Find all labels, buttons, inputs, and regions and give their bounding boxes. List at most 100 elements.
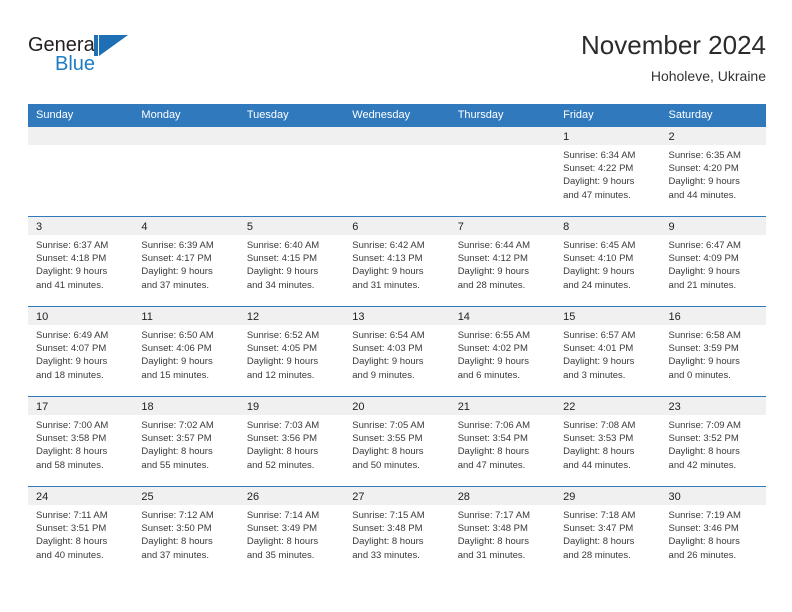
day-number: 2 [668, 131, 675, 143]
day-number: 20 [352, 401, 365, 413]
day-number: 7 [457, 221, 464, 233]
sunset-text: Sunset: 3:48 PM [352, 523, 423, 535]
day-cell[interactable]: 25 Sunrise: 7:12 AM Sunset: 3:50 PM Dayligh… [133, 487, 239, 576]
day-cell[interactable]: 20 Sunrise: 7:05 AM Sunset: 3:55 PM Dayligh… [344, 397, 450, 486]
day-cell[interactable]: 29 Sunrise: 7:18 AM Sunset: 3:47 PM Dayligh… [555, 487, 661, 576]
daylight-text-line2: and 24 minutes. [563, 279, 631, 291]
day-cell[interactable] [344, 127, 450, 216]
day-number: 1 [563, 131, 570, 143]
daylight-text-line2: and 44 minutes. [563, 459, 631, 471]
day-cell[interactable]: 14 Sunrise: 6:55 AM Sunset: 4:02 PM Dayligh… [449, 307, 556, 396]
daylight-text-line2: and 21 minutes. [668, 279, 737, 291]
sunrise-text: Sunrise: 7:18 AM [563, 510, 636, 521]
daylight-text-line1: Daylight: 9 hours [563, 176, 635, 188]
sunset-text: Sunset: 3:55 PM [352, 433, 423, 445]
day-cell[interactable] [238, 127, 345, 216]
daylight-text-line2: and 3 minutes. [563, 369, 626, 381]
daylight-text-line2: and 58 minutes. [36, 459, 104, 471]
sunset-text: Sunset: 4:06 PM [141, 343, 212, 355]
day-cell[interactable]: 5 Sunrise: 6:40 AM Sunset: 4:15 PM Daylight… [238, 217, 345, 306]
daylight-text-line1: Daylight: 9 hours [668, 356, 740, 368]
day-number: 13 [352, 311, 365, 323]
day-cell[interactable] [28, 127, 134, 216]
day-cell[interactable]: 28 Sunrise: 7:17 AM Sunset: 3:48 PM Dayligh… [449, 487, 556, 576]
daylight-text-line1: Daylight: 8 hours [352, 536, 424, 548]
day-cell[interactable]: 9 Sunrise: 6:47 AM Sunset: 4:09 PM Daylight… [660, 217, 766, 306]
daylight-text-line2: and 37 minutes. [141, 279, 210, 291]
daylight-text-line2: and 52 minutes. [246, 459, 315, 471]
day-cell[interactable]: 23 Sunrise: 7:09 AM Sunset: 3:52 PM Dayligh… [660, 397, 766, 486]
sunset-text: Sunset: 4:17 PM [141, 253, 212, 265]
daylight-text-line2: and 31 minutes. [457, 549, 526, 561]
triangle-logo-icon [94, 35, 128, 57]
day-cell[interactable]: 24 Sunrise: 7:11 AM Sunset: 3:51 PM Dayligh… [28, 487, 134, 576]
week-row: 24 Sunrise: 7:11 AM Sunset: 3:51 PM Dayligh… [28, 486, 766, 576]
week-row: 17 Sunrise: 7:00 AM Sunset: 3:58 PM Dayligh… [28, 396, 766, 486]
day-cell[interactable]: 26 Sunrise: 7:14 AM Sunset: 3:49 PM Dayligh… [238, 487, 345, 576]
day-number: 14 [457, 311, 470, 323]
day-cell[interactable]: 3 Sunrise: 6:37 AM Sunset: 4:18 PM Daylight… [28, 217, 134, 306]
sunrise-text: Sunrise: 6:45 AM [563, 240, 636, 251]
weekday-tuesday: Tuesday [246, 109, 289, 121]
sunrise-text: Sunrise: 7:17 AM [457, 510, 531, 521]
day-cell[interactable]: 15 Sunrise: 6:57 AM Sunset: 4:01 PM Dayligh… [555, 307, 661, 396]
day-cell[interactable]: 2 Sunrise: 6:35 AM Sunset: 4:20 PM Daylight… [660, 127, 766, 216]
day-cell[interactable] [133, 127, 239, 216]
sunrise-text: Sunrise: 6:52 AM [246, 330, 320, 341]
sunset-text: Sunset: 4:05 PM [246, 343, 318, 355]
day-cell[interactable]: 18 Sunrise: 7:02 AM Sunset: 3:57 PM Dayligh… [133, 397, 239, 486]
day-number: 11 [141, 311, 153, 323]
day-number: 29 [563, 491, 576, 503]
daylight-text-line2: and 44 minutes. [668, 189, 737, 201]
sunrise-text: Sunrise: 6:35 AM [668, 150, 741, 161]
sunrise-text: Sunrise: 6:37 AM [36, 240, 109, 251]
day-cell[interactable]: 12 Sunrise: 6:52 AM Sunset: 4:05 PM Dayligh… [238, 307, 345, 396]
weekday-saturday: Saturday [668, 109, 713, 121]
day-cell[interactable]: 17 Sunrise: 7:00 AM Sunset: 3:58 PM Dayligh… [28, 397, 134, 486]
sunrise-text: Sunrise: 6:47 AM [668, 240, 741, 251]
daylight-text-line1: Daylight: 8 hours [246, 536, 319, 548]
day-cell[interactable]: 1 Sunrise: 6:34 AM Sunset: 4:22 PM Daylight… [555, 127, 661, 216]
day-cell[interactable]: 8 Sunrise: 6:45 AM Sunset: 4:10 PM Daylight… [555, 217, 661, 306]
sunrise-text: Sunrise: 7:06 AM [457, 420, 531, 431]
day-number: 12 [246, 311, 260, 323]
daylight-text-line1: Daylight: 8 hours [36, 446, 108, 458]
day-cell[interactable]: 16 Sunrise: 6:58 AM Sunset: 3:59 PM Dayligh… [660, 307, 766, 396]
sunset-text: Sunset: 3:53 PM [563, 433, 634, 445]
daylight-text-line1: Daylight: 8 hours [457, 446, 529, 458]
sunrise-text: Sunrise: 7:02 AM [141, 420, 214, 431]
day-number: 16 [668, 311, 681, 323]
daylight-text-line2: and 18 minutes. [36, 369, 104, 381]
day-number: 4 [141, 221, 148, 233]
sunset-text: Sunset: 3:56 PM [246, 433, 318, 445]
brand-logo[interactable]: General Blue [28, 34, 148, 86]
weekday-friday: Friday [563, 109, 594, 121]
daylight-text-line1: Daylight: 9 hours [457, 266, 529, 278]
daylight-text-line2: and 47 minutes. [563, 189, 631, 201]
sunset-text: Sunset: 4:03 PM [352, 343, 423, 355]
daylight-text-line1: Daylight: 9 hours [36, 266, 108, 278]
daylight-text-line2: and 42 minutes. [668, 459, 737, 471]
day-cell[interactable]: 10 Sunrise: 6:49 AM Sunset: 4:07 PM Dayligh… [28, 307, 134, 396]
day-cell[interactable]: 21 Sunrise: 7:06 AM Sunset: 3:54 PM Dayligh… [449, 397, 556, 486]
day-cell[interactable]: 7 Sunrise: 6:44 AM Sunset: 4:12 PM Daylight… [449, 217, 556, 306]
day-cell[interactable]: 4 Sunrise: 6:39 AM Sunset: 4:17 PM Daylight… [133, 217, 239, 306]
day-cell[interactable]: 6 Sunrise: 6:42 AM Sunset: 4:13 PM Daylight… [344, 217, 450, 306]
sunset-text: Sunset: 4:13 PM [352, 253, 423, 265]
day-cell[interactable]: 27 Sunrise: 7:15 AM Sunset: 3:48 PM Dayligh… [344, 487, 450, 576]
day-cell[interactable] [449, 127, 556, 216]
day-cell[interactable]: 11 Sunrise: 6:50 AM Sunset: 4:06 PM Dayligh… [133, 307, 239, 396]
day-cell[interactable]: 22 Sunrise: 7:08 AM Sunset: 3:53 PM Dayligh… [555, 397, 661, 486]
day-cell[interactable]: 30 Sunrise: 7:19 AM Sunset: 3:46 PM Dayligh… [660, 487, 766, 576]
daylight-text-line2: and 40 minutes. [36, 549, 104, 561]
daylight-text-line2: and 9 minutes. [352, 369, 415, 381]
daylight-text-line2: and 55 minutes. [141, 459, 210, 471]
calendar-page: General Blue November 2024 Hoholeve, Ukr… [0, 0, 792, 612]
day-cell[interactable]: 19 Sunrise: 7:03 AM Sunset: 3:56 PM Dayligh… [238, 397, 345, 486]
sunset-text: Sunset: 4:12 PM [457, 253, 528, 265]
sunrise-text: Sunrise: 6:44 AM [457, 240, 531, 251]
sunrise-text: Sunrise: 6:42 AM [352, 240, 425, 251]
brand-name-blue: Blue [55, 53, 96, 75]
day-cell[interactable]: 13 Sunrise: 6:54 AM Sunset: 4:03 PM Dayligh… [344, 307, 450, 396]
daylight-text-line1: Daylight: 9 hours [668, 176, 740, 188]
